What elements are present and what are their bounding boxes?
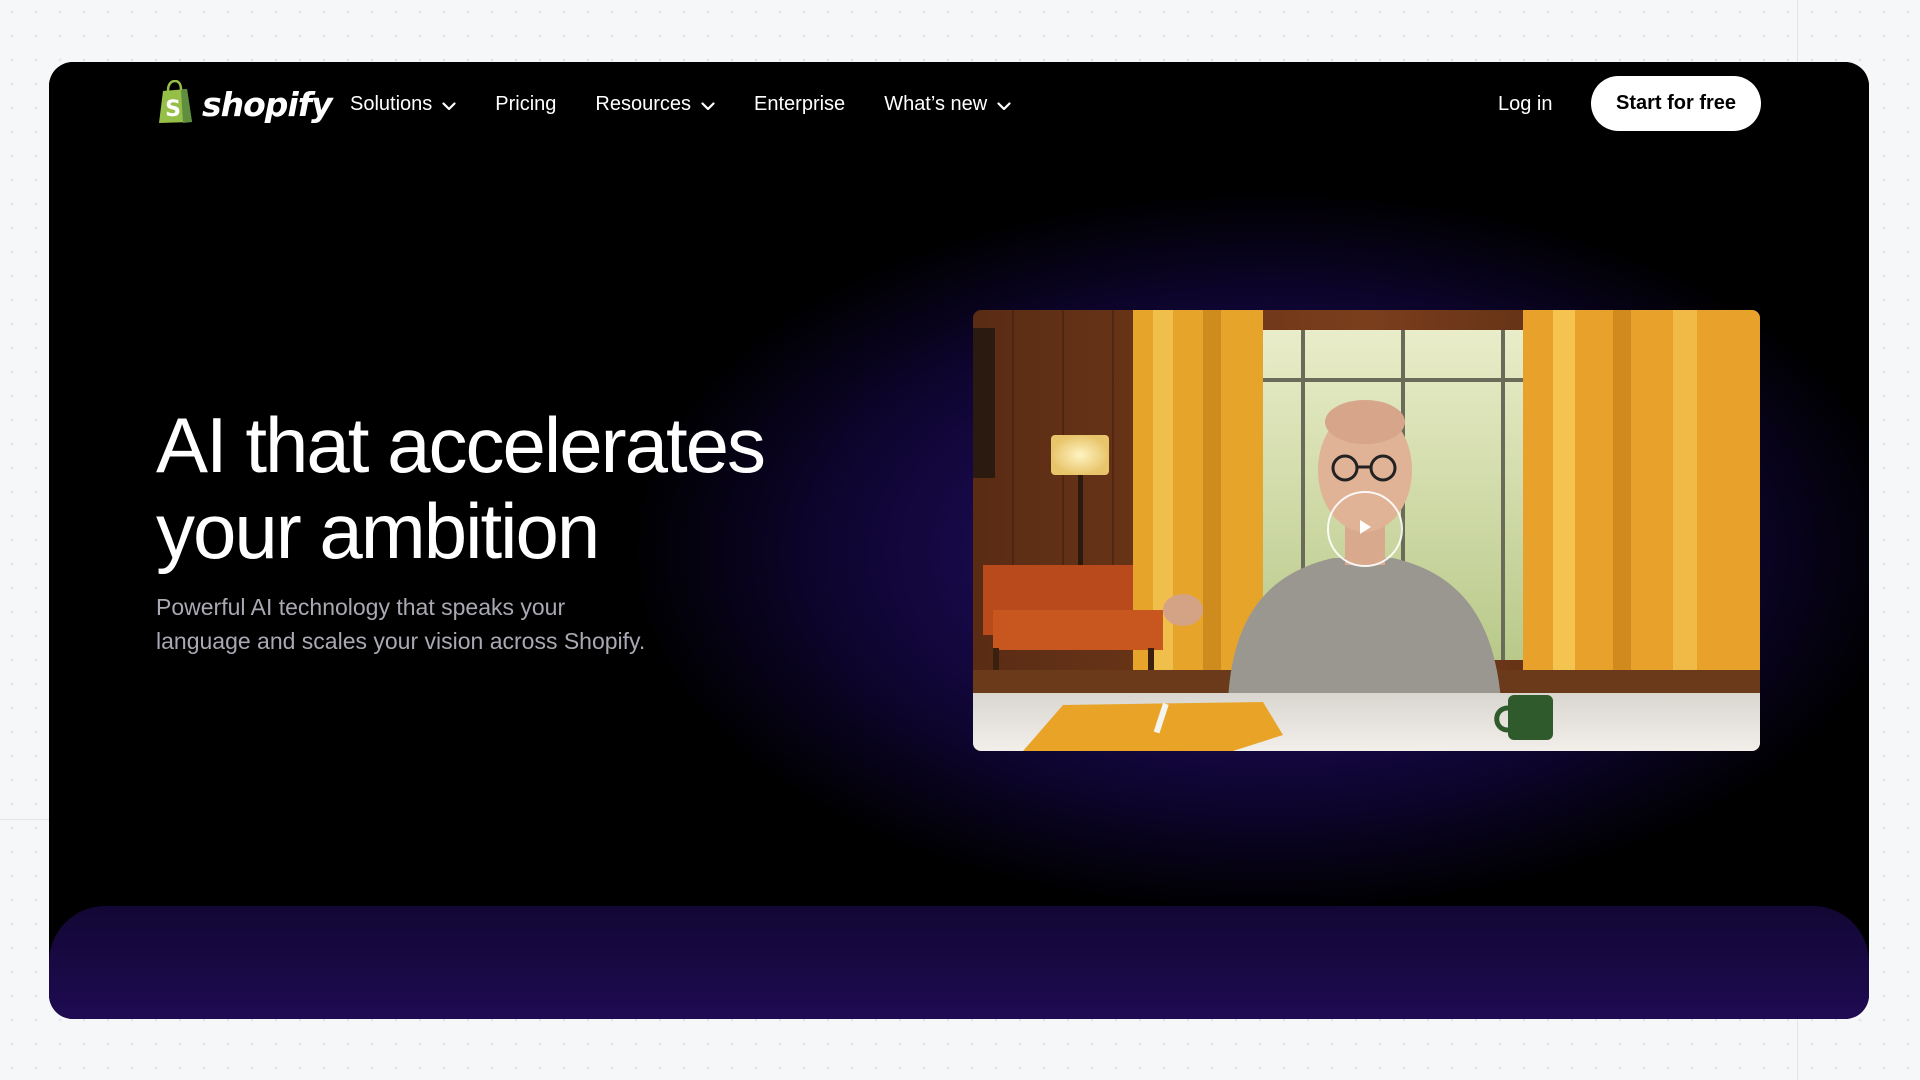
hero-video[interactable] [973, 310, 1760, 751]
nav-label: What’s new [884, 92, 988, 115]
chevron-down-icon [701, 94, 715, 117]
shopify-logo[interactable]: S shopify [156, 79, 333, 129]
svg-text:S: S [165, 97, 181, 122]
headline-line-2: your ambition [156, 487, 600, 575]
start-for-free-button[interactable]: Start for free [1591, 76, 1761, 131]
nav-resources[interactable]: Resources [595, 92, 715, 117]
hero-subcopy: Powerful AI technology that speaks your … [156, 590, 696, 658]
nav-links: Solutions Pricing Resources Enterprise W… [350, 62, 1050, 146]
logo-wordmark: shopify [202, 84, 333, 124]
nav-solutions[interactable]: Solutions [350, 92, 456, 117]
nav-enterprise[interactable]: Enterprise [754, 93, 845, 116]
layout-guide-bottom [1797, 1019, 1798, 1080]
nav-pricing[interactable]: Pricing [495, 93, 556, 116]
nav-label: Solutions [350, 92, 433, 115]
top-navigation: S shopify Solutions Pricing Resources En… [49, 62, 1869, 146]
nav-label: Pricing [495, 92, 557, 115]
layout-guide-top [1797, 0, 1798, 62]
nav-label: Resources [595, 92, 692, 115]
chevron-down-icon [997, 94, 1011, 117]
play-button[interactable] [1327, 491, 1403, 567]
subcopy-line-2: language and scales your vision across S… [156, 628, 646, 654]
play-icon [1357, 518, 1373, 541]
login-link[interactable]: Log in [1498, 62, 1553, 146]
chevron-down-icon [442, 94, 456, 117]
hero-card: S shopify Solutions Pricing Resources En… [49, 62, 1869, 1019]
shopping-bag-icon: S [156, 79, 194, 129]
bottom-panel [49, 906, 1869, 1019]
hero-headline: AI that accelerates your ambition [156, 402, 876, 574]
nav-label: Enterprise [754, 92, 846, 115]
subcopy-line-1: Powerful AI technology that speaks your [156, 594, 566, 620]
layout-guide-left [0, 819, 49, 820]
headline-line-1: AI that accelerates [156, 401, 766, 489]
nav-whats-new[interactable]: What’s new [884, 92, 1011, 117]
